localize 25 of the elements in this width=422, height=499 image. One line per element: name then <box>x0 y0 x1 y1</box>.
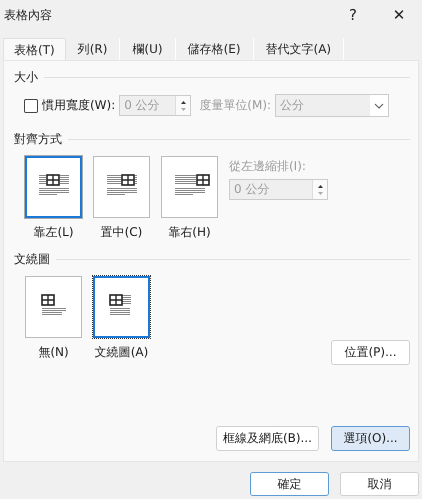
section-heading: 大小 <box>14 69 38 86</box>
alignment-option[interactable] <box>93 156 150 218</box>
option-label: 文繞圖(A) <box>94 344 148 361</box>
dialog-button[interactable]: 取消 <box>340 472 419 496</box>
option-label: 靠左(L) <box>33 224 74 241</box>
wrapping-option[interactable] <box>93 276 150 338</box>
option-label: 靠右(H) <box>168 224 211 241</box>
unit-label: 度量單位(M): <box>199 97 272 114</box>
alignment-option[interactable] <box>25 156 82 218</box>
alignment-option[interactable] <box>161 156 218 218</box>
option-label: 無(N) <box>38 344 69 361</box>
indent-label: 從左邊縮排(I): <box>229 158 307 175</box>
section-heading: 文繞圖 <box>14 251 50 268</box>
window-title: 表格內容 <box>4 6 53 24</box>
close-button[interactable]: ✕ <box>376 0 422 30</box>
dialog-button[interactable]: 確定 <box>250 472 329 496</box>
wrapping-option[interactable] <box>25 276 82 338</box>
section-heading: 對齊方式 <box>14 131 62 148</box>
help-button[interactable]: ? <box>330 0 376 30</box>
width-label: 慣用寬度(W): <box>42 97 116 114</box>
panel-button[interactable]: 選項(O)... <box>331 426 410 451</box>
option-label: 置中(C) <box>100 224 142 241</box>
panel-button[interactable]: 框線及網底(B)... <box>216 426 319 451</box>
tab[interactable]: 表格(T) <box>3 38 66 62</box>
position-button[interactable]: 位置(P)... <box>331 340 410 365</box>
